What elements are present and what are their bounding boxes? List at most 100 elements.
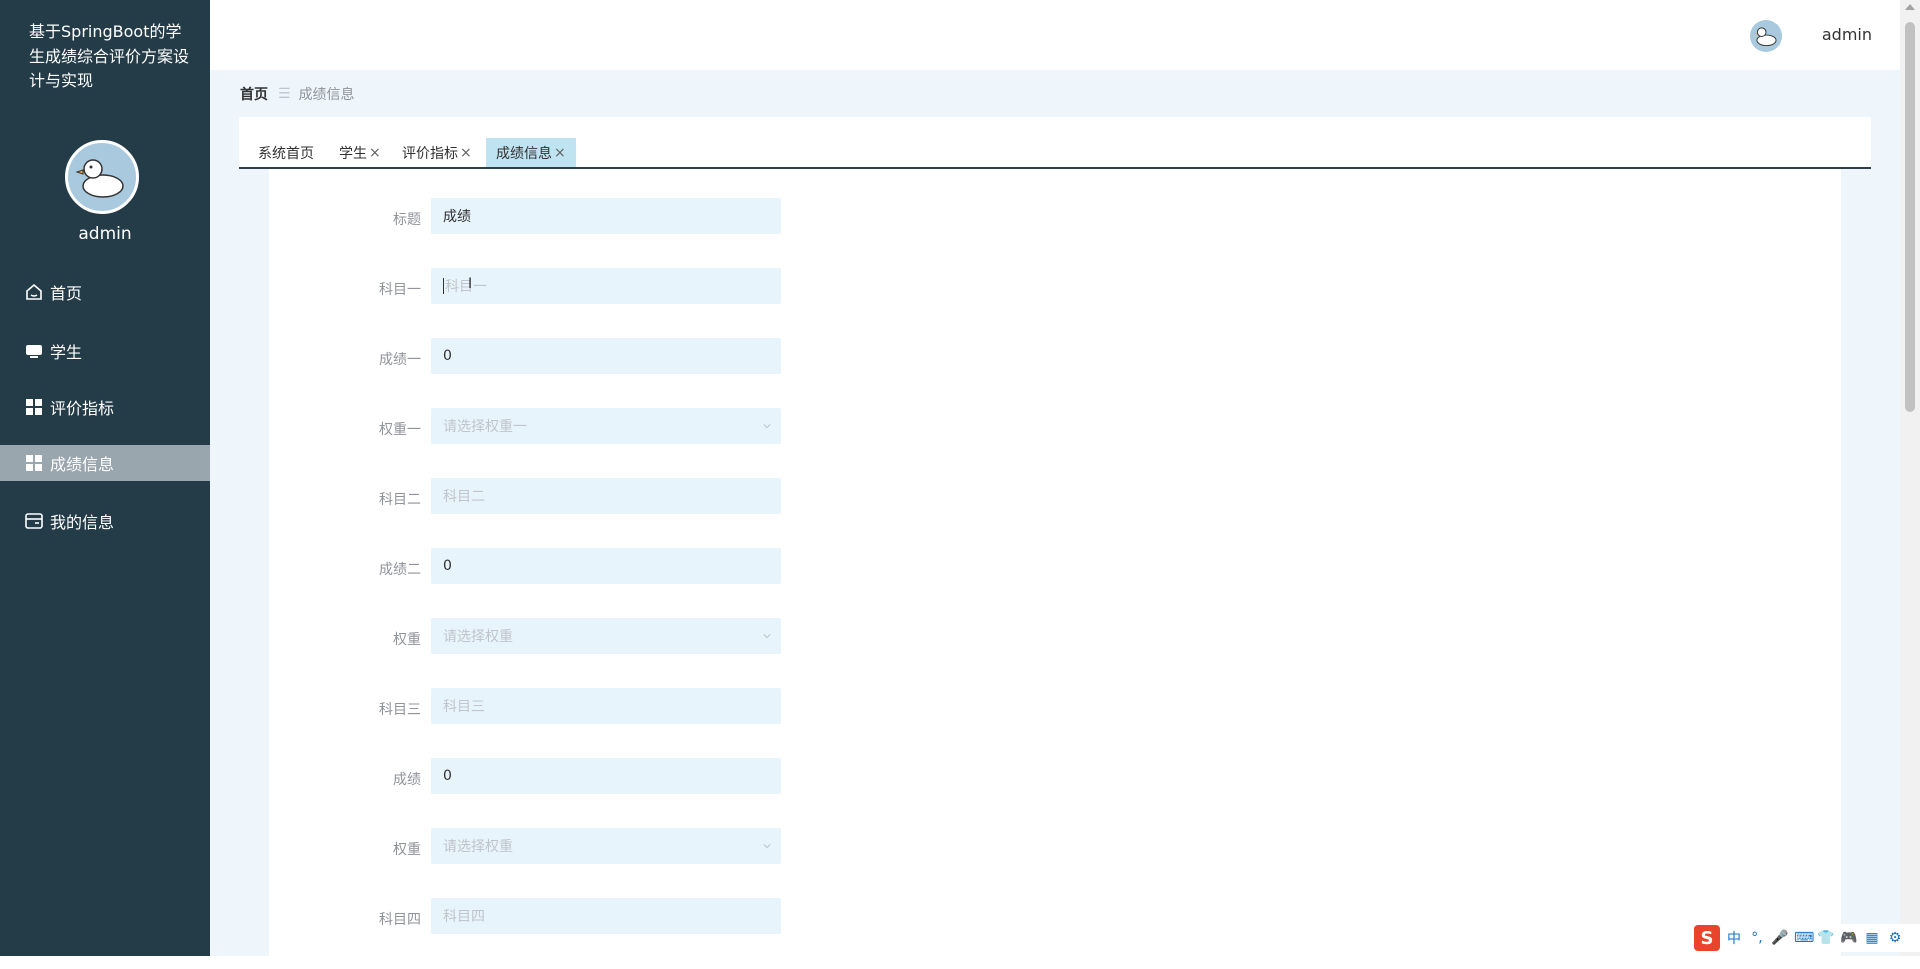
field-placeholder: 科目四 xyxy=(443,909,485,925)
app-title: 基于SpringBoot的学生成绩综合评价方案设计与实现 xyxy=(29,22,190,90)
field-label: 科目二 xyxy=(379,492,421,508)
tab-system-home[interactable]: 系统首页 xyxy=(248,138,324,167)
score-2-input[interactable]: 0 xyxy=(431,548,781,584)
chevron-down-icon xyxy=(763,424,771,429)
main-content: 首页 ☰ 成绩信息 系统首页 学生 × 评价指标 × 成绩信息 × 标题 成绩 xyxy=(210,70,1900,969)
weight-3-select[interactable]: 请选择权重 xyxy=(431,828,781,864)
field-label: 权重 xyxy=(393,632,421,648)
sidebar-avatar xyxy=(65,140,139,214)
field-placeholder: 请选择权重 xyxy=(443,629,513,645)
tab-label: 系统首页 xyxy=(258,145,314,162)
grade-form: 标题 成绩 科目一 科目一 I 成绩一 0 权重一 请选择权重一 科目二 科目二… xyxy=(269,169,1841,969)
form-row-subject-4: 科目四 科目四 xyxy=(269,898,869,934)
form-row-weight-1: 权重一 请选择权重一 xyxy=(269,408,869,444)
tab-grades[interactable]: 成绩信息 × xyxy=(486,138,576,167)
sidebar-item-grades[interactable]: 成绩信息 xyxy=(0,445,210,481)
field-label: 科目三 xyxy=(379,702,421,718)
sidebar: 基于SpringBoot的学生成绩综合评价方案设计与实现 admin 首页 学生… xyxy=(0,0,210,956)
title-input[interactable]: 成绩 xyxy=(431,198,781,234)
sidebar-item-label: 我的信息 xyxy=(50,513,115,532)
score-3-input[interactable]: 0 xyxy=(431,758,781,794)
tab-label: 评价指标 xyxy=(402,145,458,162)
form-row-weight-2: 权重 请选择权重 xyxy=(269,618,869,654)
ibeam-cursor-icon: I xyxy=(468,276,473,292)
toolbox-icon[interactable]: ▦ xyxy=(1863,930,1881,946)
field-placeholder: 科目一 xyxy=(445,279,487,295)
field-label: 成绩二 xyxy=(379,562,421,578)
skin-icon[interactable]: 👕 xyxy=(1817,930,1835,946)
ime-punctuation-icon[interactable]: °, xyxy=(1748,930,1766,946)
score-1-input[interactable]: 0 xyxy=(431,338,781,374)
form-row-subject-1: 科目一 科目一 I xyxy=(269,268,869,304)
field-label: 标题 xyxy=(393,212,421,228)
field-label: 科目一 xyxy=(379,282,421,298)
form-row-score-1: 成绩一 0 xyxy=(269,338,869,374)
sidebar-item-my-info[interactable]: 我的信息 xyxy=(0,503,210,539)
text-cursor xyxy=(443,278,444,294)
tab-students[interactable]: 学生 × xyxy=(329,138,391,167)
grid-icon xyxy=(24,453,44,473)
field-placeholder: 科目二 xyxy=(443,489,485,505)
form-row-weight-3: 权重 请选择权重 xyxy=(269,828,869,864)
tab-label: 成绩信息 xyxy=(496,145,552,162)
sidebar-item-students[interactable]: 学生 xyxy=(0,333,210,369)
grid-icon xyxy=(24,397,44,417)
card-icon xyxy=(24,511,44,531)
microphone-icon[interactable]: 🎤 xyxy=(1771,930,1789,946)
subject-2-input[interactable]: 科目二 xyxy=(431,478,781,514)
scrollbar-thumb[interactable] xyxy=(1905,22,1915,412)
field-label: 权重一 xyxy=(379,422,421,438)
duck-avatar-icon xyxy=(75,159,124,198)
field-placeholder: 科目三 xyxy=(443,699,485,715)
sidebar-username: admin xyxy=(78,224,132,244)
field-value: 0 xyxy=(443,348,452,364)
sidebar-item-label: 评价指标 xyxy=(50,399,115,418)
breadcrumb-home[interactable]: 首页 xyxy=(240,84,268,104)
header-username[interactable]: admin xyxy=(1822,25,1872,44)
sidebar-item-evaluation[interactable]: 评价指标 xyxy=(0,389,210,425)
field-value: 0 xyxy=(443,768,452,784)
weight-2-select[interactable]: 请选择权重 xyxy=(431,618,781,654)
ime-toolbar: S 中 °, 🎤 ⌨ 👕 🎮 ▦ ⚙ xyxy=(1694,924,1920,952)
subject-3-input[interactable]: 科目三 xyxy=(431,688,781,724)
ime-chinese-mode[interactable]: 中 xyxy=(1725,928,1743,948)
form-row-subject-2: 科目二 科目二 xyxy=(269,478,869,514)
sidebar-item-home[interactable]: 首页 xyxy=(0,274,210,310)
field-label: 权重 xyxy=(393,842,421,858)
keyboard-icon[interactable]: ⌨ xyxy=(1794,930,1814,946)
field-label: 成绩一 xyxy=(379,352,421,368)
close-icon[interactable]: × xyxy=(369,145,381,161)
user-avatar[interactable] xyxy=(1750,20,1782,52)
sidebar-item-label: 首页 xyxy=(50,284,83,303)
monitor-icon xyxy=(24,341,44,361)
weight-1-select[interactable]: 请选择权重一 xyxy=(431,408,781,444)
breadcrumb-separator-icon: ☰ xyxy=(278,86,291,102)
close-icon[interactable]: × xyxy=(460,145,472,161)
form-row-subject-3: 科目三 科目三 xyxy=(269,688,869,724)
breadcrumb-current: 成绩信息 xyxy=(298,87,355,103)
close-icon[interactable]: × xyxy=(554,145,566,161)
sogou-logo-icon[interactable]: S xyxy=(1694,925,1720,951)
field-value: 成绩 xyxy=(443,209,471,225)
chevron-down-icon xyxy=(763,844,771,849)
field-placeholder: 请选择权重一 xyxy=(443,419,527,435)
top-header: admin xyxy=(210,0,1900,71)
tab-label: 学生 xyxy=(339,145,367,162)
field-label: 科目四 xyxy=(379,912,421,928)
form-row-title: 标题 成绩 xyxy=(269,198,869,234)
scroll-up-arrow-icon[interactable] xyxy=(1905,4,1915,10)
duck-avatar-icon xyxy=(1754,27,1777,47)
sidebar-item-label: 学生 xyxy=(50,343,83,362)
tabs-bar: 系统首页 学生 × 评价指标 × 成绩信息 × xyxy=(239,117,1871,169)
page-scrollbar[interactable] xyxy=(1900,0,1920,956)
subject-1-input[interactable]: 科目一 I xyxy=(431,268,781,304)
subject-4-input[interactable]: 科目四 xyxy=(431,898,781,934)
settings-icon[interactable]: ⚙ xyxy=(1886,930,1904,946)
game-icon[interactable]: 🎮 xyxy=(1840,930,1858,946)
sidebar-item-label: 成绩信息 xyxy=(50,455,115,474)
form-row-score-2: 成绩二 0 xyxy=(269,548,869,584)
field-value: 0 xyxy=(443,558,452,574)
breadcrumb: 首页 ☰ 成绩信息 xyxy=(240,84,355,104)
field-placeholder: 请选择权重 xyxy=(443,839,513,855)
tab-evaluation[interactable]: 评价指标 × xyxy=(392,138,482,167)
